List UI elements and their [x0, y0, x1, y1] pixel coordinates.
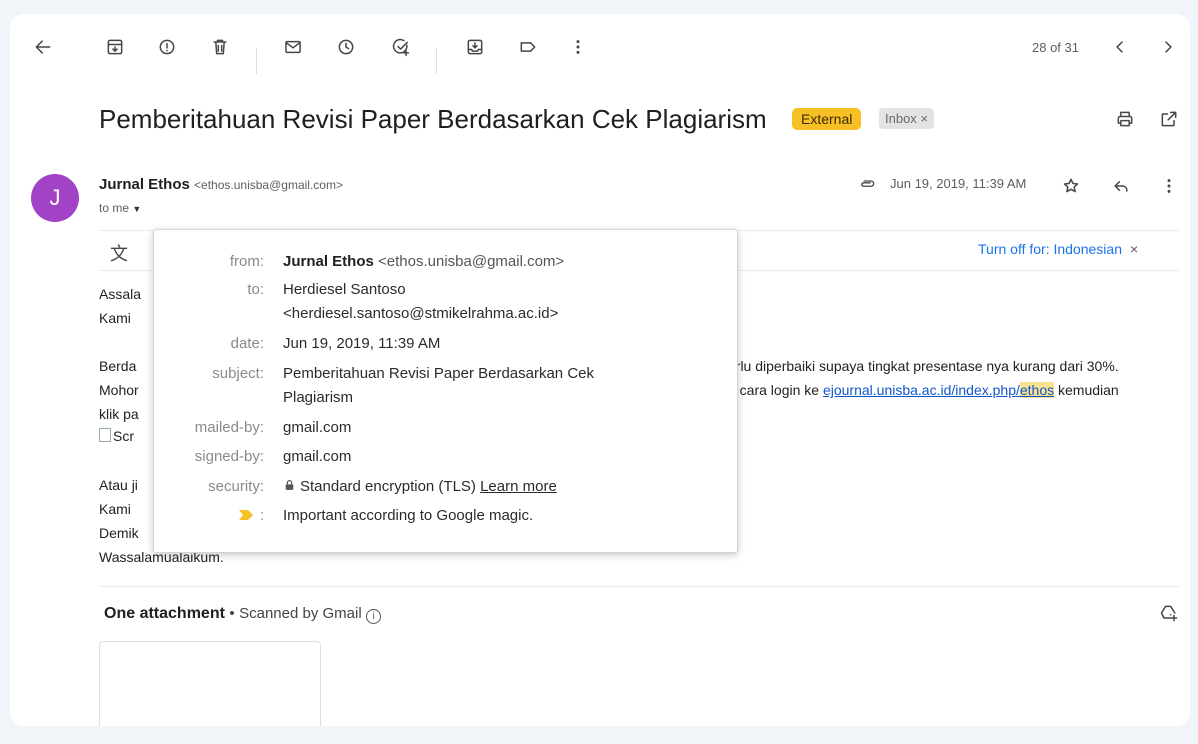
more-vert-icon[interactable]: [1154, 171, 1184, 201]
sender: Jurnal Ethos <ethos.unisba@gmail.com>: [99, 176, 343, 193]
move-to-icon[interactable]: [460, 32, 490, 62]
attachment-icon: [856, 172, 880, 196]
security-text: Standard encryption (TLS): [300, 478, 476, 495]
attachments-header: One attachment • Scanned by Gmail i: [104, 605, 382, 624]
broken-image-icon: [99, 428, 111, 442]
to-label: to:: [247, 281, 264, 298]
from-value: Jurnal Ethos <ethos.unisba@gmail.com>: [283, 253, 564, 270]
body-line: Atau ji: [99, 477, 138, 493]
toolbar-separator: [256, 48, 257, 74]
add-to-drive-icon[interactable]: [1154, 598, 1184, 628]
recipient-summary[interactable]: to me ▼: [99, 201, 141, 215]
scanned-label: Scanned by Gmail: [239, 605, 362, 622]
toolbar-separator: [436, 48, 437, 74]
important-label: :: [259, 507, 264, 524]
date-value: Jun 19, 2019, 11:39 AM: [283, 335, 441, 352]
inbox-tag[interactable]: Inbox ×: [879, 108, 935, 129]
security-value: Standard encryption (TLS) Learn more: [283, 478, 557, 495]
security-label: security:: [208, 478, 264, 495]
important-value: Important according to Google magic.: [283, 507, 534, 524]
message-counter: 28 of 31: [1032, 40, 1079, 55]
inbox-tag-label: Inbox: [885, 111, 917, 126]
body-text: n cara login ke: [728, 382, 823, 398]
journal-link-highlight[interactable]: ethos: [1019, 382, 1055, 398]
journal-link-text[interactable]: ejournal.unisba.ac.id/index.php/: [823, 382, 1020, 398]
delete-icon[interactable]: [205, 32, 235, 62]
broken-image-alt: Scr: [113, 428, 134, 444]
body-line: Berda: [99, 358, 137, 374]
turn-off-translate-link[interactable]: Turn off for: Indonesian ×: [978, 241, 1138, 257]
journal-link[interactable]: ejournal.unisba.ac.id/index.php/ethos: [823, 382, 1055, 398]
from-email: <ethos.unisba@gmail.com>: [378, 253, 565, 270]
info-icon[interactable]: i: [366, 609, 382, 624]
label-icon[interactable]: [513, 32, 543, 62]
signed-by-label: signed-by:: [194, 448, 264, 465]
sender-name: Jurnal Ethos: [99, 176, 190, 193]
body-line: Assala: [99, 286, 142, 302]
sender-email: <ethos.unisba@gmail.com>: [194, 178, 343, 192]
body-line: Mohor: [99, 382, 139, 398]
to-me-label: to me: [99, 201, 130, 215]
separator-dot: •: [229, 605, 235, 622]
back-arrow-icon[interactable]: [28, 32, 58, 62]
add-task-icon[interactable]: [386, 32, 416, 62]
body-line: Kami: [99, 501, 131, 517]
inbox-tag-close-icon[interactable]: ×: [920, 111, 928, 126]
date-label: date:: [230, 335, 264, 352]
subject-value-continued: Plagiarism: [283, 389, 354, 406]
from-name: Jurnal Ethos: [283, 253, 374, 270]
mailed-by-value: gmail.com: [283, 419, 352, 436]
mailed-by-label: mailed-by:: [194, 419, 264, 436]
avatar[interactable]: J: [31, 174, 79, 222]
body-line-right: erlu diperbaiki supaya tingkat presentas…: [728, 358, 1119, 374]
chevron-down-icon[interactable]: ▼: [132, 204, 141, 214]
open-new-window-icon[interactable]: [1154, 104, 1184, 134]
body-line: Demik: [99, 525, 139, 541]
important-marker-icon: [239, 510, 253, 520]
body-line: klik pa: [99, 406, 139, 422]
to-email: <herdiesel.santoso@stmikelrahma.ac.id>: [283, 305, 559, 322]
turn-off-translate-label[interactable]: Turn off for: Indonesian: [978, 241, 1122, 257]
print-icon[interactable]: [1110, 104, 1140, 134]
email-date: Jun 19, 2019, 11:39 AM: [890, 176, 1027, 191]
mark-unread-icon[interactable]: [278, 32, 308, 62]
star-icon[interactable]: [1056, 171, 1086, 201]
attachments-label: One attachment: [104, 605, 225, 622]
to-name: Herdiesel Santoso: [283, 281, 406, 298]
attachment-thumbnail[interactable]: [99, 641, 321, 726]
body-text: kemudian: [1054, 382, 1119, 398]
signed-by-value: gmail.com: [283, 448, 352, 465]
sender-details-popup: from: Jurnal Ethos <ethos.unisba@gmail.c…: [153, 229, 738, 553]
translate-icon[interactable]: 文: [110, 240, 128, 266]
learn-more-link[interactable]: Learn more: [480, 478, 557, 495]
reply-icon[interactable]: [1106, 171, 1136, 201]
chevron-left-icon[interactable]: [1105, 32, 1135, 62]
report-spam-icon[interactable]: [152, 32, 182, 62]
external-tag: External: [792, 108, 862, 130]
from-label: from:: [229, 253, 264, 270]
archive-icon[interactable]: [100, 32, 130, 62]
close-icon[interactable]: ×: [1130, 241, 1138, 257]
email-subject: Pemberitahuan Revisi Paper Berdasarkan C…: [99, 104, 767, 134]
body-line-right: n cara login ke ejournal.unisba.ac.id/in…: [728, 382, 1119, 398]
more-vert-icon[interactable]: [563, 32, 593, 62]
subject-label: subject:: [212, 365, 264, 382]
broken-image: Scr: [99, 428, 134, 444]
snooze-icon[interactable]: [331, 32, 361, 62]
subject-value: Pemberitahuan Revisi Paper Berdasarkan C…: [283, 365, 594, 382]
body-line: Kami: [99, 310, 131, 326]
email-view: 28 of 31 Pemberitahuan Revisi Paper Berd…: [10, 14, 1190, 726]
lock-icon: [285, 480, 294, 490]
chevron-right-icon[interactable]: [1153, 32, 1183, 62]
divider: [99, 586, 1180, 587]
